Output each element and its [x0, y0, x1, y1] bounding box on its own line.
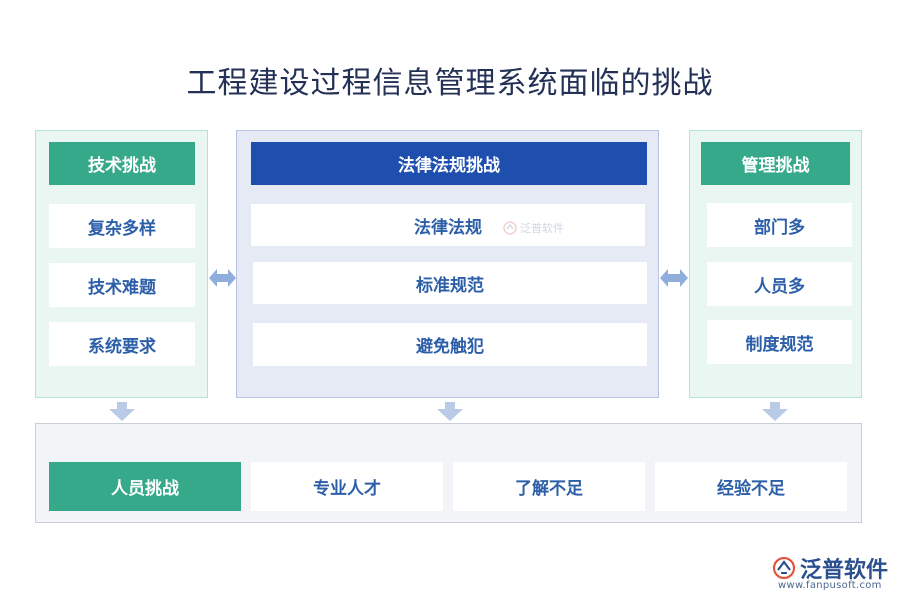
watermark-logo-icon — [503, 221, 517, 235]
personnel-item-3: 经验不足 — [655, 462, 847, 511]
management-item-1: 部门多 — [707, 203, 852, 247]
legal-challenge-header: 法律法规挑战 — [251, 142, 647, 185]
tech-item-1: 复杂多样 — [49, 204, 195, 248]
legal-item-1: 法律法规 — [251, 204, 645, 246]
down-arrow-right-icon — [762, 402, 788, 421]
management-item-3: 制度规范 — [707, 320, 852, 364]
double-arrow-left-icon — [209, 269, 236, 287]
brand-url: www.fanpusoft.com — [778, 580, 882, 591]
tech-item-3: 系统要求 — [49, 322, 195, 366]
personnel-challenge-header: 人员挑战 — [49, 462, 241, 511]
down-arrow-left-icon — [109, 402, 135, 421]
legal-item-2: 标准规范 — [253, 262, 647, 304]
tech-item-2: 技术难题 — [49, 263, 195, 307]
page-title: 工程建设过程信息管理系统面临的挑战 — [186, 66, 714, 101]
watermark: 泛普软件 — [503, 220, 564, 236]
personnel-item-2: 了解不足 — [453, 462, 645, 511]
management-challenge-header: 管理挑战 — [701, 142, 850, 185]
management-item-2: 人员多 — [707, 262, 852, 306]
legal-item-3: 避免触犯 — [253, 323, 647, 366]
personnel-item-1: 专业人才 — [251, 462, 443, 511]
double-arrow-right-icon — [660, 269, 688, 287]
watermark-text: 泛普软件 — [520, 222, 564, 235]
brand-logo-icon — [772, 556, 796, 580]
tech-challenge-header: 技术挑战 — [49, 142, 195, 185]
down-arrow-center-icon — [437, 402, 463, 421]
